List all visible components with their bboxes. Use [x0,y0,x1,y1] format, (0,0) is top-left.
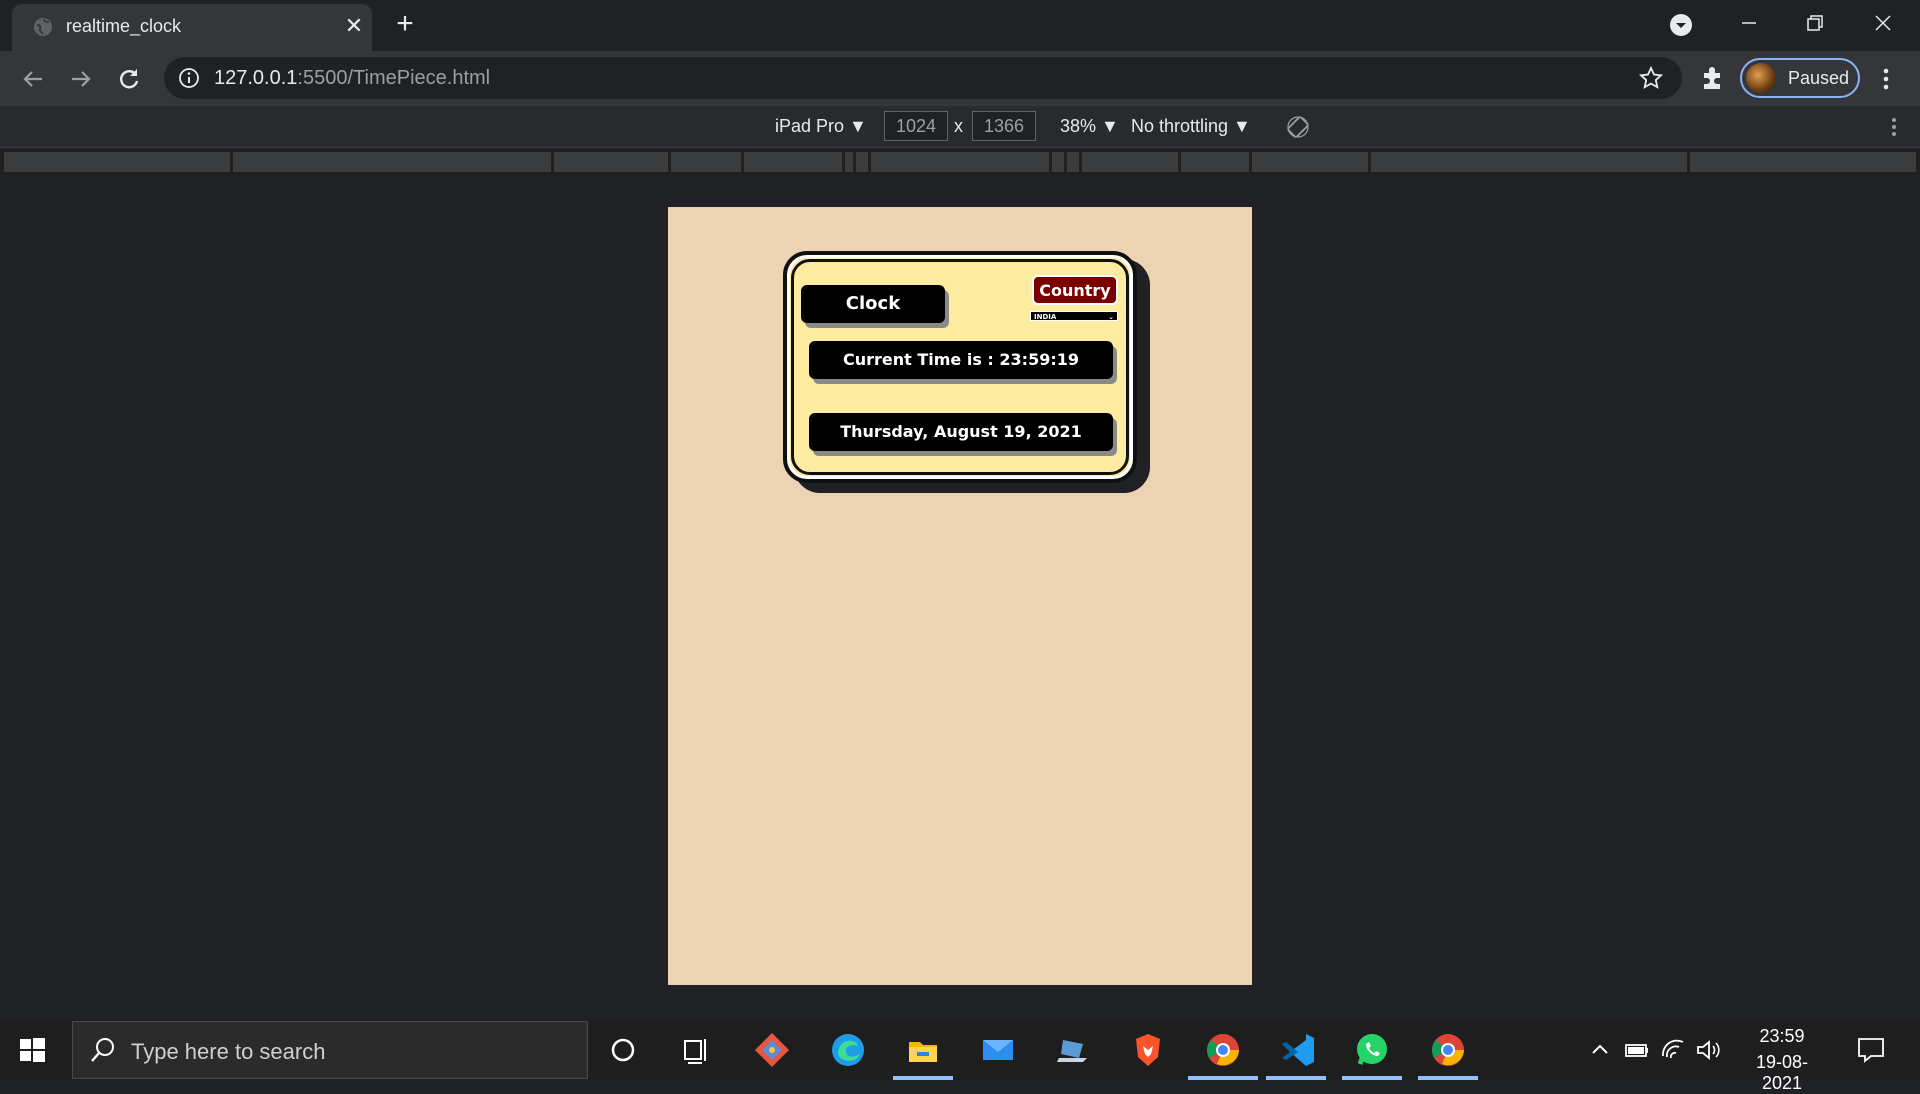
wifi-icon[interactable] [1660,1036,1686,1062]
clock-card: Clock Country INDIA ⌄ Current Time is : 2… [783,251,1137,483]
taskbar: Type here to search 23:59 19-08-2021 [0,1020,1920,1093]
forward-arrow-icon[interactable] [66,64,96,94]
url-path: :5500/TimePiece.html [297,67,491,89]
task-view-icon[interactable] [675,1030,715,1070]
volume-icon[interactable] [1694,1036,1722,1064]
browser-menu-icon[interactable] [1876,64,1896,94]
back-arrow-icon[interactable] [18,64,48,94]
web-page: Clock Country INDIA ⌄ Current Time is : 2… [668,207,1252,985]
restore-icon[interactable] [1800,8,1830,38]
device-toolbar: iPad Pro ▼ 1024 x 1366 38% ▼ No throttli… [0,106,1920,148]
brave-icon[interactable] [1128,1030,1168,1070]
whatsapp-icon[interactable] [1352,1030,1392,1070]
tab-search-icon[interactable] [1668,12,1694,38]
tab-strip: realtime_clock ✕ + [0,0,1920,51]
file-explorer-icon[interactable] [903,1030,943,1070]
media-query-bar[interactable] [1082,152,1178,172]
extensions-puzzle-icon[interactable] [1698,64,1726,92]
active-app-indicator [1188,1076,1258,1080]
media-query-bar[interactable] [744,152,842,172]
laptop-app-icon[interactable] [1053,1030,1093,1070]
media-query-bar[interactable] [671,152,741,172]
active-app-indicator [1342,1076,1402,1080]
profile-button[interactable]: Paused [1740,58,1860,98]
git-icon[interactable] [752,1030,792,1070]
browser-tab[interactable]: realtime_clock ✕ [12,4,372,51]
tab-title: realtime_clock [66,16,182,36]
media-query-bar[interactable] [4,152,230,172]
viewport-width-input[interactable]: 1024 [884,111,948,141]
search-icon [91,1038,114,1062]
url-text: 127.0.0.1:5500/TimePiece.html [214,67,490,90]
more-options-icon[interactable] [1886,114,1902,140]
rotate-icon[interactable] [1286,115,1310,139]
throttling-select[interactable]: No throttling ▼ [1131,116,1251,137]
country-select[interactable]: INDIA ⌄ [1030,311,1118,321]
device-viewport: Clock Country INDIA ⌄ Current Time is : 2… [0,175,1920,1020]
media-query-bar[interactable] [1371,152,1687,172]
system-clock-date[interactable]: 19-08-2021 [1736,1052,1828,1094]
media-query-ruler [0,149,1920,175]
media-query-bar[interactable] [1252,152,1368,172]
address-bar[interactable]: 127.0.0.1:5500/TimePiece.html [164,57,1682,99]
media-query-bar[interactable] [1067,152,1079,172]
globe-icon [34,18,52,36]
bookmark-star-icon[interactable] [1638,65,1664,91]
country-selected-value: INDIA [1034,313,1057,321]
media-query-bar[interactable] [554,152,668,172]
edge-icon[interactable] [828,1030,868,1070]
active-app-indicator [1418,1076,1478,1080]
chevron-down-icon: ⌄ [1108,313,1114,321]
chrome-icon[interactable] [1428,1030,1468,1070]
media-query-bar[interactable] [845,152,853,172]
cortana-icon[interactable] [603,1030,643,1070]
windows-start-icon[interactable] [18,1036,46,1064]
mail-icon[interactable] [978,1030,1018,1070]
media-query-bar[interactable] [1690,152,1916,172]
new-tab-button[interactable]: + [390,9,420,40]
browser-toolbar: 127.0.0.1:5500/TimePiece.html Paused [0,51,1920,106]
site-info-icon[interactable] [178,67,200,89]
media-query-bar[interactable] [871,152,1049,172]
system-clock-time[interactable]: 23:59 [1736,1026,1828,1047]
notification-center-icon[interactable] [1856,1036,1886,1064]
battery-icon[interactable] [1624,1038,1650,1062]
close-window-icon[interactable] [1868,8,1898,38]
media-query-bar[interactable] [856,152,868,172]
reload-icon[interactable] [114,64,144,94]
country-label: Country [1032,275,1118,305]
active-app-indicator [893,1076,953,1080]
clock-title: Clock [801,285,945,323]
current-date-display: Thursday, August 19, 2021 [809,413,1113,451]
search-placeholder: Type here to search [131,1039,326,1064]
avatar [1746,63,1776,93]
url-host: 127.0.0.1 [214,67,298,89]
profile-status-label: Paused [1788,68,1850,88]
viewport-height-input[interactable]: 1366 [972,111,1036,141]
zoom-select[interactable]: 38% ▼ [1060,116,1119,137]
taskbar-search-box[interactable]: Type here to search [72,1021,588,1079]
minimize-icon[interactable] [1734,8,1764,38]
chrome-icon[interactable] [1203,1030,1243,1070]
media-query-bar[interactable] [1052,152,1064,172]
vscode-icon[interactable] [1278,1030,1318,1070]
active-app-indicator [1266,1076,1326,1080]
current-time-display: Current Time is : 23:59:19 [809,341,1113,379]
close-tab-icon[interactable]: ✕ [340,12,368,40]
dimension-separator: x [954,116,963,136]
media-query-bar[interactable] [1181,152,1249,172]
device-select[interactable]: iPad Pro ▼ [775,116,867,137]
chevron-up-icon[interactable] [1588,1038,1612,1062]
media-query-bar[interactable] [233,152,551,172]
